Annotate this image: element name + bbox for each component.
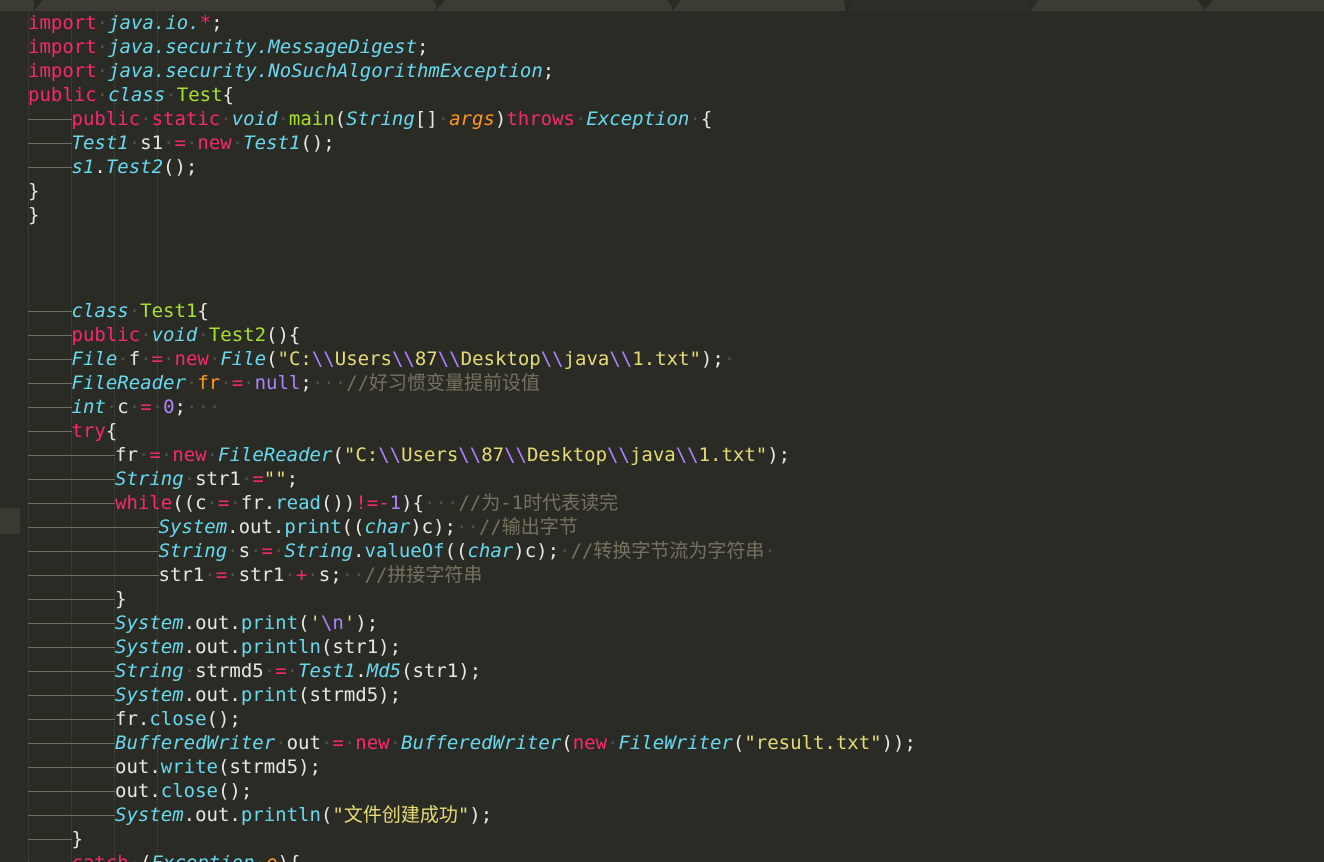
tab-indent-marker [28,635,72,659]
editor-tab-strip[interactable] [0,0,1324,11]
editor-tab[interactable] [436,0,676,11]
code-line[interactable]: import·java.security.MessageDigest; [0,35,1324,59]
code-line[interactable]: public·static·void·main(String[]·args)th… [0,107,1324,131]
code-line[interactable]: out.write(strmd5); [0,755,1324,779]
code-line[interactable]: System.out.print(strmd5); [0,683,1324,707]
tab-slope-left-icon [1030,0,1039,11]
tab-indent-marker [71,755,116,779]
code-line[interactable]: while((c·=·fr.read())!=-1){···//为-1时代表读完 [0,491,1324,515]
editor-tab[interactable] [1030,0,1206,11]
tab-indent-marker [28,515,72,539]
code-line[interactable]: public·class·Test{ [0,83,1324,107]
tab-indent-marker [71,779,116,803]
code-line[interactable]: s1.Test2(); [0,155,1324,179]
code-line[interactable]: String·s·=·String.valueOf((char)c);·//转换… [0,539,1324,563]
tab-indent-marker [28,611,72,635]
tab-slope-left-icon [845,0,854,11]
code-editor-pane[interactable]: import·java.io.*; import·java.security.M… [0,11,1324,862]
code-line[interactable]: str1·=·str1·+·s;··//拼接字符串 [0,563,1324,587]
tab-indent-marker [28,323,72,347]
code-line[interactable]: fr.close(); [0,707,1324,731]
code-line[interactable]: import·java.io.*; [0,11,1324,35]
tab-indent-marker [115,563,159,587]
code-line[interactable]: int·c·=·0;··· [0,395,1324,419]
editor-tab[interactable] [672,0,852,11]
tab-indent-marker [28,443,72,467]
code-text-area[interactable]: import·java.io.*; import·java.security.M… [0,11,1324,862]
code-line[interactable]: class·Test1{ [0,299,1324,323]
tab-indent-marker [28,827,72,851]
editor-tab[interactable] [34,0,442,11]
tab-indent-marker [28,467,72,491]
tab-indent-marker [28,155,72,179]
code-line[interactable]: String·strmd5·=·Test1.Md5(str1); [0,659,1324,683]
tab-indent-marker [28,707,72,731]
editor-tab[interactable] [1204,0,1324,11]
code-line[interactable]: try{ [0,419,1324,443]
code-line[interactable]: fr·=·new·FileReader("C:\\Users\\87\\Desk… [0,443,1324,467]
tab-indent-marker [71,563,116,587]
tab-indent-marker [28,731,72,755]
tab-indent-marker [28,419,72,443]
tab-indent-marker [71,683,116,707]
code-line[interactable]: } [0,827,1324,851]
code-line[interactable]: System.out.println(str1); [0,635,1324,659]
code-line[interactable] [0,275,1324,299]
tab-indent-marker [115,539,159,563]
tab-indent-marker [71,443,116,467]
tab-indent-marker [28,299,72,323]
code-line[interactable]: public·void·Test2(){ [0,323,1324,347]
tab-indent-marker [28,491,72,515]
tab-indent-marker [71,707,116,731]
tab-indent-marker [28,347,72,371]
code-line[interactable]: FileReader·fr·=·null;···//好习惯变量提前设值 [0,371,1324,395]
tab-slope-left-icon [436,0,445,11]
tab-indent-marker [28,131,72,155]
tab-indent-marker [28,395,72,419]
tab-indent-marker [71,587,116,611]
code-line[interactable]: catch·(Exception·e){ [0,851,1324,862]
tab-indent-marker [71,491,116,515]
tab-indent-marker [71,611,116,635]
tab-indent-marker [28,683,72,707]
code-line[interactable]: } [0,203,1324,227]
tab-indent-marker [28,851,72,862]
tab-slope-left-icon [1204,0,1213,11]
code-line[interactable]: out.close(); [0,779,1324,803]
tab-indent-marker [28,371,72,395]
code-line[interactable]: Test1·s1·=·new·Test1(); [0,131,1324,155]
code-line[interactable]: } [0,587,1324,611]
tab-indent-marker [28,539,72,563]
tab-indent-marker [28,563,72,587]
code-line[interactable]: } [0,179,1324,203]
code-line[interactable]: BufferedWriter·out·=·new·BufferedWriter(… [0,731,1324,755]
tab-indent-marker [28,803,72,827]
tab-indent-marker [28,659,72,683]
tab-indent-marker [71,803,116,827]
code-line[interactable] [0,227,1324,251]
code-line[interactable]: System.out.print('\n'); [0,611,1324,635]
tab-indent-marker [28,779,72,803]
editor-tab-active[interactable] [845,0,1033,11]
code-line[interactable]: String·str1·=""; [0,467,1324,491]
tab-indent-marker [71,515,116,539]
tab-indent-marker [28,587,72,611]
tab-indent-marker [28,755,72,779]
code-line[interactable]: File·f·=·new·File("C:\\Users\\87\\Deskto… [0,347,1324,371]
code-line[interactable]: System.out.println("文件创建成功"); [0,803,1324,827]
tab-indent-marker [71,467,116,491]
tab-slope-left-icon [34,0,43,11]
tab-indent-marker [71,731,116,755]
tab-indent-marker [71,659,116,683]
code-line[interactable] [0,251,1324,275]
tab-indent-marker [115,515,159,539]
tab-indent-marker [28,107,72,131]
code-line[interactable]: System.out.print((char)c);··//输出字节 [0,515,1324,539]
tab-indent-marker [71,539,116,563]
tab-slope-left-icon [672,0,681,11]
code-line[interactable]: import·java.security.NoSuchAlgorithmExce… [0,59,1324,83]
tab-indent-marker [71,635,116,659]
